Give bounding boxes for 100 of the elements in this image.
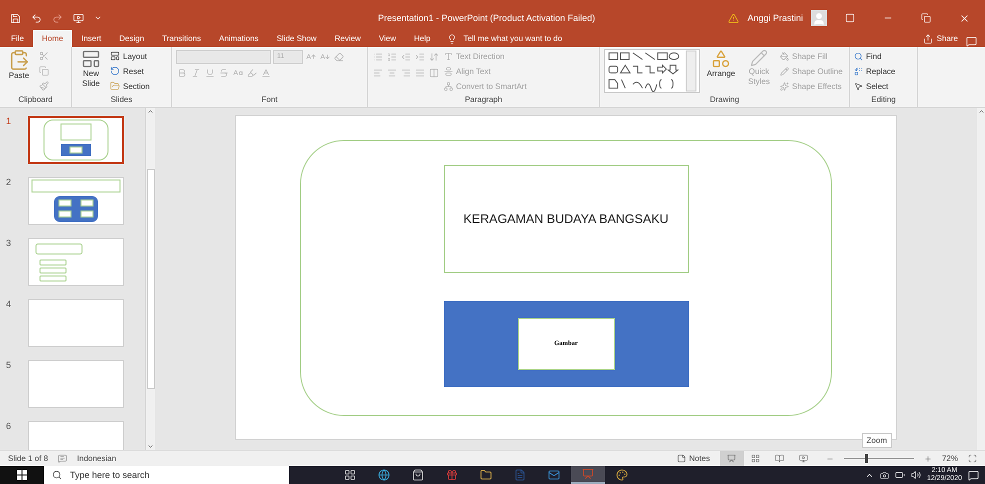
mail-icon xyxy=(548,469,560,481)
close-icon xyxy=(958,12,970,24)
scrollbar[interactable] xyxy=(977,108,985,450)
share-icon xyxy=(922,34,933,44)
highlighter-icon xyxy=(247,68,257,78)
customize-icon[interactable] xyxy=(94,14,102,22)
zoom-level: 72% xyxy=(942,454,958,463)
cut-button[interactable] xyxy=(38,49,50,63)
sparkles-icon xyxy=(780,82,789,90)
copy-button[interactable] xyxy=(38,64,50,78)
layout-button[interactable]: Layout xyxy=(110,49,150,63)
font-color-icon xyxy=(261,68,271,78)
paste-button[interactable]: Paste xyxy=(4,49,34,93)
scrollbar-thumb[interactable] xyxy=(146,169,154,389)
slide-number: 3 xyxy=(6,238,12,249)
bold-icon xyxy=(177,68,187,78)
restore-icon xyxy=(921,13,931,23)
volume-icon[interactable] xyxy=(910,470,921,480)
task-view-icon xyxy=(344,469,356,481)
ribbon-tab[interactable]: Help xyxy=(405,30,440,47)
ribbon-tab[interactable]: Insert xyxy=(72,30,110,47)
scrollbar[interactable] xyxy=(145,108,155,450)
ribbon-tab[interactable]: Transitions xyxy=(153,30,210,47)
group-label: Editing xyxy=(871,95,896,106)
shape-gallery-drawing[interactable] xyxy=(604,49,700,93)
slideshow-icon[interactable] xyxy=(73,12,84,24)
comments-icon[interactable] xyxy=(966,36,977,47)
ribbon-tab[interactable]: View xyxy=(370,30,406,47)
group-label: Slides xyxy=(110,95,132,106)
new-slide-button[interactable]: New Slide xyxy=(76,49,106,93)
save-icon[interactable] xyxy=(10,12,21,24)
taskbar-app[interactable] xyxy=(571,466,605,484)
search-icon xyxy=(854,52,863,60)
line-spacing-icon xyxy=(429,52,439,62)
bullets-icon xyxy=(373,52,383,62)
slide-number: 4 xyxy=(6,299,12,310)
reset-icon xyxy=(110,66,120,76)
notes-button[interactable]: Notes xyxy=(677,454,710,463)
view-button[interactable] xyxy=(720,451,744,466)
replace-button[interactable]: Replace xyxy=(854,64,896,78)
find-button[interactable]: Find xyxy=(854,49,896,63)
gift-icon xyxy=(446,469,458,481)
group-label: Font xyxy=(261,95,278,106)
pencil-icon xyxy=(750,49,768,67)
slide-thumbnail[interactable] xyxy=(28,116,124,164)
slide-number: 5 xyxy=(6,360,12,371)
slideshow-icon xyxy=(799,454,808,463)
select-button[interactable]: Select xyxy=(854,79,896,93)
slide-thumbnail-drawing xyxy=(35,243,83,282)
language-label: Indonesian xyxy=(77,454,116,463)
folder-icon xyxy=(480,469,492,481)
window-title: Presentation1 - PowerPoint (Product Activation Failed) xyxy=(378,13,596,23)
ribbon-tab[interactable]: Home xyxy=(32,30,72,47)
tell-me-field[interactable]: Tell me what you want to do xyxy=(447,30,562,47)
zoom-in-icon[interactable] xyxy=(924,454,932,462)
share-button[interactable]: Share xyxy=(914,30,966,47)
grid-view-icon xyxy=(751,454,760,463)
zoom-tooltip: Zoom xyxy=(862,433,892,448)
copy-icon xyxy=(39,66,49,76)
zoom-slider-thumb[interactable] xyxy=(864,454,868,463)
ribbon-tab[interactable]: Animations xyxy=(210,30,268,47)
italic-icon xyxy=(191,68,201,78)
align-right-icon xyxy=(401,68,411,78)
square-icon xyxy=(845,13,855,23)
presentation-icon xyxy=(582,468,594,480)
folder-icon xyxy=(110,81,120,91)
ribbon-tab[interactable]: Design xyxy=(110,30,154,47)
camera-icon[interactable] xyxy=(880,470,889,480)
start-button[interactable] xyxy=(0,466,44,484)
arrange-button[interactable]: Arrange xyxy=(704,49,738,93)
redo-icon[interactable] xyxy=(52,12,63,24)
shapes-icon xyxy=(711,49,731,69)
format-painter-button[interactable] xyxy=(38,79,50,93)
warning-icon xyxy=(728,12,740,24)
group-label: Clipboard xyxy=(18,95,53,106)
ribbon-tab[interactable]: Review xyxy=(326,30,370,47)
align-center-icon xyxy=(387,68,397,78)
lightbulb-icon xyxy=(447,34,458,44)
paint-bucket-icon xyxy=(780,52,789,60)
notifications-icon[interactable] xyxy=(968,470,979,480)
section-button[interactable]: Section xyxy=(110,79,150,93)
align-left-icon xyxy=(373,68,383,78)
windows-logo-icon xyxy=(17,470,27,480)
cut-icon xyxy=(39,51,49,61)
layout-icon xyxy=(110,51,120,61)
spelling-icon xyxy=(58,454,68,463)
shopping-bag-icon xyxy=(412,469,424,481)
numbering-icon xyxy=(387,52,397,62)
ribbon-tab[interactable]: File xyxy=(2,30,33,47)
scroll-up-icon[interactable] xyxy=(978,108,984,115)
justify-icon xyxy=(415,68,425,78)
undo-icon[interactable] xyxy=(31,12,42,24)
battery-icon[interactable] xyxy=(894,470,905,480)
fit-slide-icon[interactable] xyxy=(968,454,977,463)
taskbar-search-field[interactable]: Type here to search xyxy=(44,466,289,484)
reset-button[interactable]: Reset xyxy=(110,64,150,78)
ribbon-tab[interactable]: Slide Show xyxy=(268,30,326,47)
scroll-down-icon[interactable] xyxy=(147,443,154,450)
clipboard-icon xyxy=(8,49,30,71)
scroll-up-icon[interactable] xyxy=(147,108,154,115)
